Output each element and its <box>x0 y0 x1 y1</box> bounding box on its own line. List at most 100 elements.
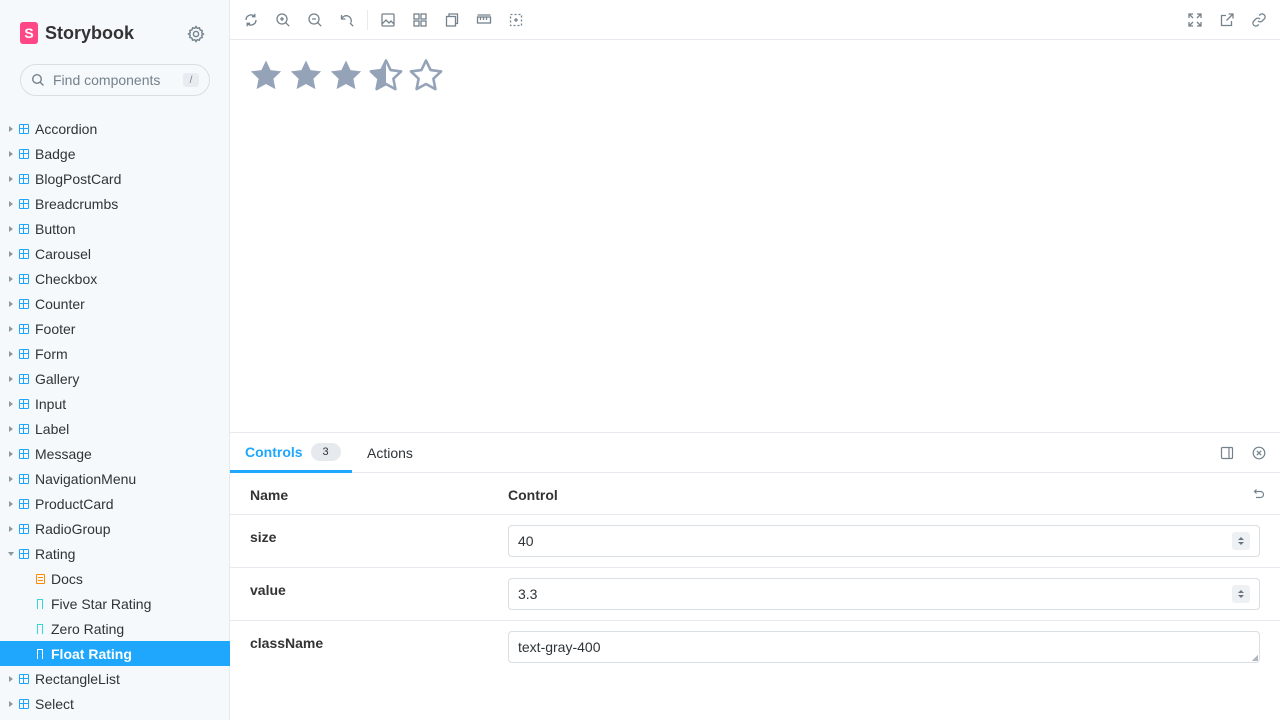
control-name: size <box>250 529 277 545</box>
sidebar-story-label: Five Star Rating <box>51 595 152 612</box>
chevron-down-icon <box>1238 595 1244 598</box>
sidebar-item-label: Message <box>35 445 92 462</box>
search-input[interactable] <box>53 72 183 88</box>
sidebar-item-form[interactable]: Form <box>0 341 230 366</box>
sidebar-item-rating[interactable]: Rating <box>0 541 230 566</box>
sidebar-item-label: Footer <box>35 320 76 337</box>
outline-icon[interactable] <box>508 12 524 28</box>
close-panel-icon[interactable] <box>1252 446 1266 460</box>
value-input[interactable] <box>509 579 1259 609</box>
measure-icon[interactable] <box>476 12 492 28</box>
sidebar-item-accordion[interactable]: Accordion <box>0 116 230 141</box>
star-rating <box>246 56 446 96</box>
reload-icon[interactable] <box>243 12 259 28</box>
caret-right-icon <box>9 125 13 132</box>
sidebar-item-button[interactable]: Button <box>0 216 230 241</box>
component-icon <box>19 348 29 359</box>
zoom-reset-icon[interactable] <box>339 12 355 28</box>
component-icon <box>19 673 29 684</box>
sidebar-item-productcard[interactable]: ProductCard <box>0 491 230 516</box>
tab-actions[interactable]: Actions <box>367 433 413 473</box>
component-icon <box>19 423 29 434</box>
star-partial-icon[interactable] <box>366 56 406 96</box>
open-new-tab-icon[interactable] <box>1219 12 1235 28</box>
preview-canvas <box>230 40 1280 432</box>
caret-right-icon <box>9 225 13 232</box>
gear-icon[interactable] <box>186 24 206 44</box>
sidebar-item-label[interactable]: Label <box>0 416 230 441</box>
copy-link-icon[interactable] <box>1251 12 1267 28</box>
panel-tabs: Controls 3 Actions <box>230 433 1280 473</box>
caret-right-icon <box>9 250 13 257</box>
sidebar-item-label: Gallery <box>35 370 80 387</box>
zoom-in-icon[interactable] <box>275 12 291 28</box>
table-row: value <box>230 568 1280 621</box>
star-empty-icon[interactable] <box>406 56 446 96</box>
caret-right-icon <box>9 425 13 432</box>
component-tree: Accordion Badge BlogPostCard Breadcrumbs But… <box>0 116 230 716</box>
zoom-out-icon[interactable] <box>307 12 323 28</box>
value-stepper[interactable] <box>1232 585 1250 603</box>
sidebar-item-label: Accordion <box>35 120 98 137</box>
sidebar-item-label: NavigationMenu <box>35 470 137 487</box>
sidebar-story-five-star-rating[interactable]: Five Star Rating <box>0 591 230 616</box>
sidebar-story-float-rating[interactable]: Float Rating <box>0 641 230 666</box>
sidebar-item-blogpostcard[interactable]: BlogPostCard <box>0 166 230 191</box>
fullscreen-icon[interactable] <box>1187 12 1203 28</box>
tab-actions-label: Actions <box>367 445 413 461</box>
sidebar-item-breadcrumbs[interactable]: Breadcrumbs <box>0 191 230 216</box>
caret-down-icon <box>8 551 14 556</box>
resize-handle[interactable] <box>1252 655 1258 661</box>
sidebar-item-carousel[interactable]: Carousel <box>0 241 230 266</box>
component-icon <box>19 123 29 134</box>
sidebar-item-badge[interactable]: Badge <box>0 141 230 166</box>
sidebar-item-message[interactable]: Message <box>0 441 230 466</box>
table-row: className <box>230 621 1280 674</box>
tab-controls[interactable]: Controls 3 <box>230 433 352 473</box>
value-number-field[interactable] <box>508 578 1260 610</box>
star-full-icon[interactable] <box>286 56 326 96</box>
column-name-header: Name <box>250 487 289 503</box>
classname-text-field[interactable] <box>508 631 1260 663</box>
brand[interactable]: S Storybook <box>20 22 134 44</box>
addons-panel: Controls 3 Actions Name Control size val… <box>230 432 1280 720</box>
size-stepper[interactable] <box>1232 532 1250 550</box>
reset-controls-icon[interactable] <box>1251 487 1265 501</box>
sidebar-story-zero-rating[interactable]: Zero Rating <box>0 616 230 641</box>
star-full-icon[interactable] <box>246 56 286 96</box>
column-control-header: Control <box>508 487 558 503</box>
sidebar-item-checkbox[interactable]: Checkbox <box>0 266 230 291</box>
panel-orientation-icon[interactable] <box>1220 446 1234 460</box>
sidebar-item-footer[interactable]: Footer <box>0 316 230 341</box>
component-icon <box>19 298 29 309</box>
sidebar-item-rectanglelist[interactable]: RectangleList <box>0 666 230 691</box>
sidebar-story-docs[interactable]: Docs <box>0 566 230 591</box>
sidebar-item-input[interactable]: Input <box>0 391 230 416</box>
tab-controls-label: Controls <box>245 443 303 460</box>
controls-count-badge: 3 <box>310 442 341 461</box>
controls-table-header: Name Control <box>230 474 1280 515</box>
sidebar-item-gallery[interactable]: Gallery <box>0 366 230 391</box>
sidebar-item-label: Button <box>35 220 76 237</box>
sidebar-item-navigationmenu[interactable]: NavigationMenu <box>0 466 230 491</box>
sidebar-item-label: Counter <box>35 295 85 312</box>
bookmark-icon <box>37 598 43 609</box>
sidebar-item-counter[interactable]: Counter <box>0 291 230 316</box>
size-number-field[interactable] <box>508 525 1260 557</box>
sidebar-item-label: RectangleList <box>35 670 120 687</box>
component-icon <box>19 248 29 259</box>
background-icon[interactable] <box>380 12 396 28</box>
star-full-icon[interactable] <box>326 56 366 96</box>
brand-name: Storybook <box>45 22 135 43</box>
sidebar-item-radiogroup[interactable]: RadioGroup <box>0 516 230 541</box>
size-input[interactable] <box>509 526 1259 556</box>
caret-right-icon <box>9 500 13 507</box>
search-box[interactable]: / <box>20 64 210 96</box>
grid-icon[interactable] <box>412 12 428 28</box>
viewport-icon[interactable] <box>444 12 460 28</box>
classname-input[interactable] <box>509 632 1259 662</box>
sidebar-item-label: ProductCard <box>35 495 114 512</box>
sidebar: S Storybook / Accordion Badge BlogPostCard… <box>0 0 230 720</box>
sidebar-item-select[interactable]: Select <box>0 691 230 716</box>
sidebar-item-label: Label <box>35 420 70 437</box>
